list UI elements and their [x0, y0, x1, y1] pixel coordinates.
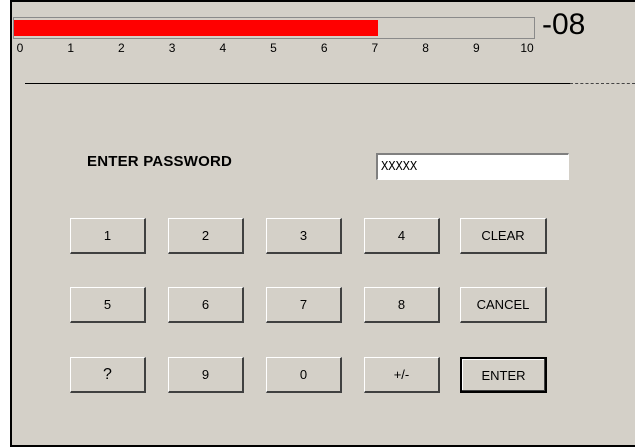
key-7[interactable]: 7	[266, 287, 342, 323]
progress-bar-fill	[14, 20, 378, 36]
key-6[interactable]: 6	[168, 287, 244, 323]
key-2[interactable]: 2	[168, 218, 244, 254]
clear-button[interactable]: CLEAR	[460, 218, 547, 254]
exponent-readout: -08	[542, 8, 586, 41]
scale-tick-label: 1	[67, 41, 75, 55]
scale-tick-label: 4	[219, 41, 227, 55]
scale-tick-label: 7	[371, 41, 379, 55]
key-0[interactable]: 0	[266, 357, 342, 393]
scale-tick-label: 5	[270, 41, 277, 55]
cancel-button[interactable]: CANCEL	[460, 287, 547, 323]
progress-bar	[13, 17, 535, 39]
sign-toggle-key[interactable]: +/-	[364, 357, 440, 393]
key-4[interactable]: 4	[364, 218, 440, 254]
key-5[interactable]: 5	[70, 287, 146, 323]
scale-tick-label: 0	[16, 41, 24, 55]
help-key[interactable]: ?	[70, 357, 146, 393]
key-1[interactable]: 1	[70, 218, 146, 254]
scale-tick-label: 10	[520, 41, 534, 55]
scale-tick-label: 3	[168, 41, 176, 55]
enter-button[interactable]: ENTER	[460, 357, 547, 393]
divider-line	[25, 83, 570, 84]
key-3[interactable]: 3	[266, 218, 342, 254]
scale-tick-label: 9	[472, 41, 480, 55]
scale-tick-label: 6	[320, 41, 328, 55]
scale-tick-label: 8	[422, 41, 429, 55]
divider-dashed-line	[570, 83, 635, 84]
key-8[interactable]: 8	[364, 287, 440, 323]
key-9[interactable]: 9	[168, 357, 244, 393]
scale-tick-label: 2	[118, 41, 125, 55]
password-label: ENTER PASSWORD	[87, 153, 233, 170]
password-input[interactable]: XXXXX	[376, 153, 569, 180]
